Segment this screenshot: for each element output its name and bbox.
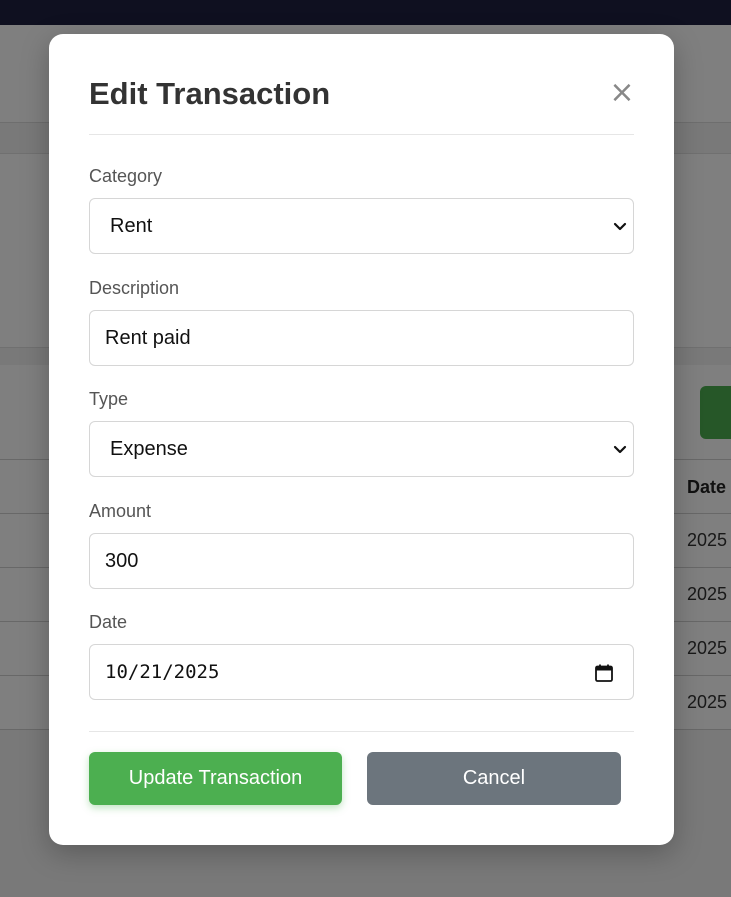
category-value: Rent bbox=[110, 214, 153, 237]
calendar-icon[interactable] bbox=[594, 663, 614, 683]
date-label: Date bbox=[89, 612, 128, 632]
type-value: Expense bbox=[110, 437, 188, 460]
update-transaction-button[interactable]: Update Transaction bbox=[89, 752, 342, 805]
date-input[interactable]: 10/21/2025 bbox=[89, 644, 634, 700]
footer-divider bbox=[89, 731, 634, 732]
header-divider bbox=[89, 134, 634, 135]
close-icon[interactable]: × bbox=[609, 76, 635, 110]
amount-value: 300 bbox=[105, 549, 139, 572]
description-value: Rent paid bbox=[105, 326, 191, 349]
amount-input[interactable]: 300 bbox=[89, 533, 634, 589]
edit-transaction-modal: Edit Transaction × Category Rent Descrip… bbox=[49, 34, 674, 845]
cancel-button[interactable]: Cancel bbox=[367, 752, 621, 805]
modal-title: Edit Transaction bbox=[89, 76, 331, 111]
type-label: Type bbox=[89, 389, 129, 409]
date-value: 10/21/2025 bbox=[105, 661, 220, 683]
amount-label: Amount bbox=[89, 501, 152, 521]
type-select[interactable]: Expense bbox=[89, 421, 634, 477]
category-label: Category bbox=[89, 166, 163, 186]
description-label: Description bbox=[89, 278, 180, 298]
chevron-down-icon bbox=[613, 222, 627, 231]
description-input[interactable]: Rent paid bbox=[89, 310, 634, 366]
category-select[interactable]: Rent bbox=[89, 198, 634, 254]
chevron-down-icon bbox=[613, 445, 627, 454]
